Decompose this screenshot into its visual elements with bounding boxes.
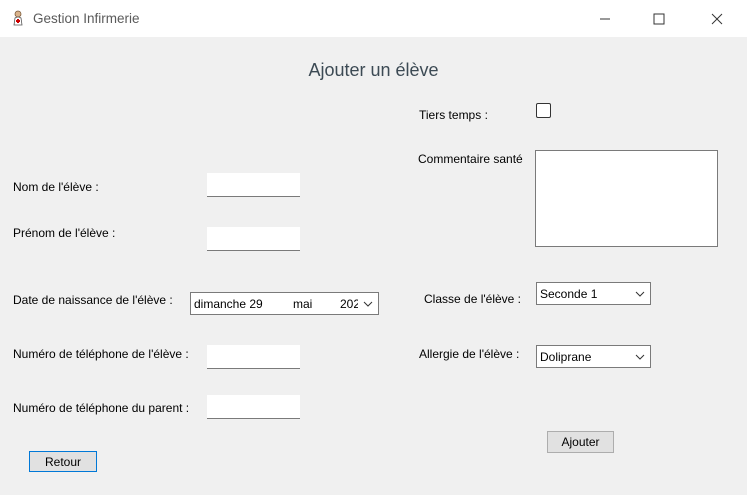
- classe-select[interactable]: Seconde 1: [536, 282, 651, 305]
- chevron-down-icon: [630, 346, 650, 367]
- close-button[interactable]: [694, 0, 740, 37]
- nom-input[interactable]: [207, 173, 300, 197]
- date-value: dimanche 29 mai 202: [191, 297, 358, 311]
- tel-eleve-label: Numéro de téléphone de l'élève :: [13, 347, 189, 361]
- date-month: mai: [293, 296, 313, 311]
- tel-parent-label: Numéro de téléphone du parent :: [13, 401, 190, 415]
- ajouter-button[interactable]: Ajouter: [547, 431, 614, 453]
- date-label: Date de naissance de l'élève :: [13, 293, 173, 307]
- prenom-label: Prénom de l'élève :: [13, 226, 116, 240]
- tel-eleve-input[interactable]: [207, 345, 300, 369]
- minimize-icon: [599, 13, 611, 25]
- date-picker[interactable]: dimanche 29 mai 202: [190, 292, 379, 315]
- maximize-button[interactable]: [636, 0, 682, 37]
- title-bar[interactable]: Gestion Infirmerie: [0, 0, 747, 37]
- commentaire-label: Commentaire santé: [418, 152, 523, 166]
- maximize-icon: [653, 13, 665, 25]
- allergie-value: Doliprane: [540, 349, 592, 364]
- app-nurse-icon: [10, 10, 26, 26]
- chevron-down-icon: [358, 293, 378, 314]
- nom-label: Nom de l'élève :: [13, 180, 99, 194]
- classe-value: Seconde 1: [540, 286, 598, 301]
- retour-button[interactable]: Retour: [29, 451, 97, 472]
- chevron-down-icon: [630, 283, 650, 304]
- tiers-temps-checkbox[interactable]: [536, 103, 551, 118]
- tiers-temps-label: Tiers temps :: [419, 108, 488, 122]
- prenom-input[interactable]: [207, 227, 300, 251]
- form-heading: Ajouter un élève: [308, 60, 439, 80]
- allergie-select[interactable]: Doliprane: [536, 345, 651, 368]
- minimize-button[interactable]: [582, 0, 628, 37]
- close-icon: [711, 13, 723, 25]
- window-title: Gestion Infirmerie: [33, 11, 140, 26]
- classe-label: Classe de l'élève :: [424, 292, 522, 306]
- date-year: 202: [340, 296, 358, 311]
- date-day: dimanche 29: [194, 296, 263, 311]
- commentaire-textarea[interactable]: [535, 150, 718, 247]
- allergie-label: Allergie de l'élève :: [419, 347, 520, 361]
- app-window: Gestion Infirmerie Ajouter un élève Tier…: [0, 0, 747, 495]
- tel-parent-input[interactable]: [207, 395, 300, 419]
